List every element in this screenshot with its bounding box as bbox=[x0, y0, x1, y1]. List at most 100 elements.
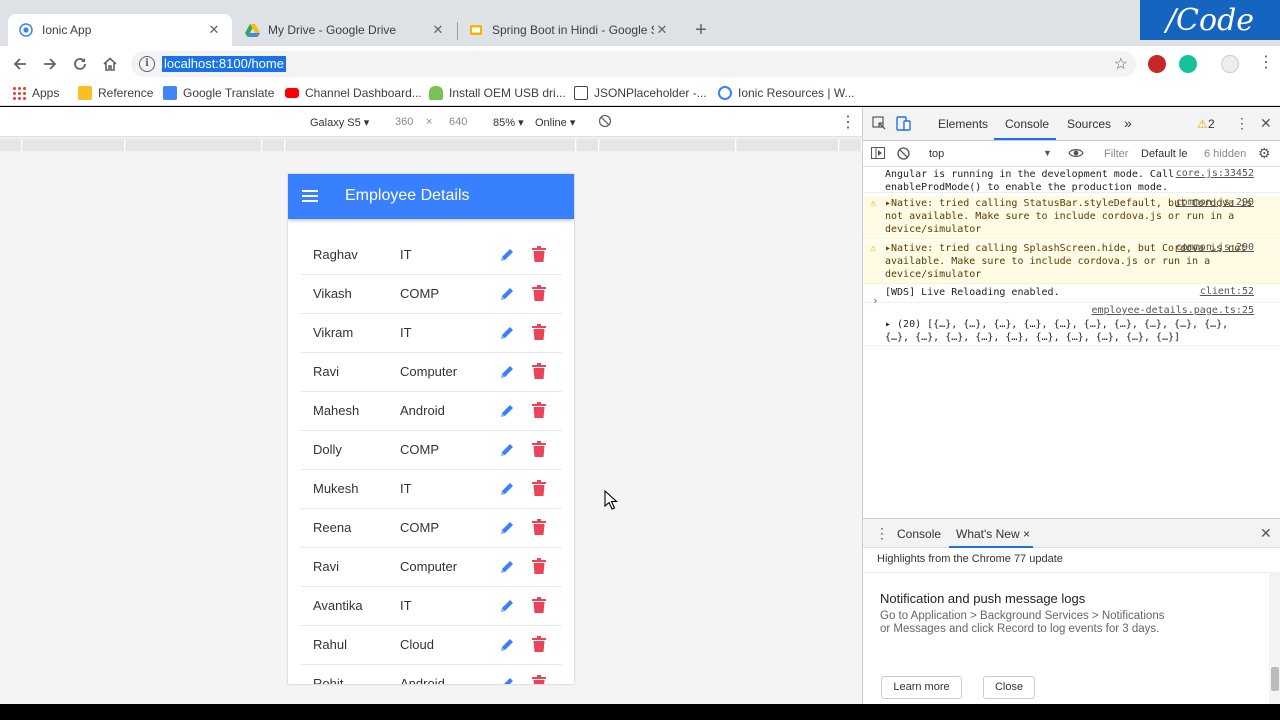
bookmark-channel-dashboard[interactable]: Channel Dashboard... bbox=[285, 86, 422, 100]
tab-google-drive[interactable]: My Drive - Google Drive ✕ bbox=[234, 14, 456, 46]
close-tab-icon[interactable]: ✕ bbox=[430, 22, 446, 38]
console-settings-gear-icon[interactable]: ⚙ bbox=[1258, 145, 1271, 162]
apps-grid-icon bbox=[12, 86, 26, 100]
close-button[interactable]: Close bbox=[983, 676, 1035, 699]
devtools-tab-elements[interactable]: Elements bbox=[938, 117, 988, 131]
device-toggle-icon[interactable] bbox=[896, 115, 912, 135]
device-height-input[interactable]: 640 bbox=[449, 116, 467, 128]
delete-trash-icon[interactable] bbox=[532, 402, 546, 418]
back-button[interactable] bbox=[8, 52, 32, 76]
bookmark-reference[interactable]: Reference bbox=[78, 86, 153, 100]
url-text[interactable]: localhost:8100/home bbox=[162, 56, 286, 72]
edit-pencil-icon[interactable] bbox=[499, 598, 515, 614]
drawer-scrollbar[interactable] bbox=[1269, 572, 1280, 705]
edit-pencil-icon[interactable] bbox=[499, 247, 515, 263]
address-bar[interactable]: i localhost:8100/home ☆ bbox=[131, 51, 1136, 77]
edit-pencil-icon[interactable] bbox=[499, 364, 515, 380]
devtools-menu-icon[interactable]: ⋮ bbox=[1235, 115, 1249, 132]
delete-trash-icon[interactable] bbox=[532, 363, 546, 379]
tab-google-slides[interactable]: Spring Boot in Hindi - Google Sl ✕ bbox=[458, 14, 680, 46]
delete-trash-icon[interactable] bbox=[532, 441, 546, 457]
close-devtools-icon[interactable]: ✕ bbox=[1260, 115, 1272, 132]
clear-console-icon[interactable] bbox=[897, 147, 910, 163]
devtools-tab-console[interactable]: Console bbox=[1005, 117, 1049, 131]
edit-pencil-icon[interactable] bbox=[499, 442, 515, 458]
home-button[interactable] bbox=[98, 52, 122, 76]
delete-trash-icon[interactable] bbox=[532, 558, 546, 574]
close-tab-icon[interactable]: ✕ bbox=[206, 22, 222, 38]
edit-pencil-icon[interactable] bbox=[499, 325, 515, 341]
context-dropdown-icon[interactable]: ▼ bbox=[1043, 148, 1052, 158]
drawer-tab-bar: ⋮ Console What's New × ✕ bbox=[863, 519, 1280, 548]
console-source-link[interactable]: client:52 bbox=[1200, 285, 1254, 298]
forward-button[interactable] bbox=[38, 52, 62, 76]
device-width-input[interactable]: 360 bbox=[395, 116, 413, 128]
drawer-tab-whats-new[interactable]: What's New × bbox=[956, 527, 1030, 541]
edit-pencil-icon[interactable] bbox=[499, 676, 515, 684]
bookmark-label: Install OEM USB dri... bbox=[449, 86, 566, 100]
grammarly-extension-icon[interactable] bbox=[1179, 55, 1197, 73]
new-tab-button[interactable]: + bbox=[690, 20, 712, 42]
device-select[interactable]: Galaxy S5 ▾ bbox=[310, 116, 369, 129]
delete-trash-icon[interactable] bbox=[532, 324, 546, 340]
console-prompt[interactable]: › bbox=[872, 294, 879, 307]
close-drawer-icon[interactable]: ✕ bbox=[1260, 525, 1272, 542]
edit-pencil-icon[interactable] bbox=[499, 637, 515, 653]
edit-pencil-icon[interactable] bbox=[499, 481, 515, 497]
bookmark-jsonplaceholder[interactable]: JSONPlaceholder -... bbox=[574, 86, 707, 100]
warning-count[interactable]: 2 bbox=[1208, 117, 1215, 131]
delete-trash-icon[interactable] bbox=[532, 285, 546, 301]
bookmark-ionic-resources[interactable]: Ionic Resources | W... bbox=[718, 86, 855, 100]
hamburger-menu-icon[interactable] bbox=[302, 190, 318, 202]
site-info-icon[interactable]: i bbox=[139, 56, 155, 72]
log-levels-select[interactable]: Default le bbox=[1141, 148, 1187, 160]
edit-pencil-icon[interactable] bbox=[499, 403, 515, 419]
sidebar-toggle-icon[interactable] bbox=[871, 147, 885, 162]
bookmark-star-icon[interactable]: ☆ bbox=[1114, 54, 1128, 74]
more-tabs-icon[interactable]: » bbox=[1124, 115, 1132, 131]
devtools-tab-sources[interactable]: Sources bbox=[1067, 117, 1111, 131]
context-select[interactable]: top bbox=[929, 148, 944, 160]
bookmark-install-oem[interactable]: Install OEM USB dri... bbox=[429, 86, 566, 100]
delete-trash-icon[interactable] bbox=[532, 480, 546, 496]
device-options-icon[interactable]: ⋮ bbox=[840, 112, 856, 132]
employee-name: Avantika bbox=[313, 598, 363, 613]
delete-trash-icon[interactable] bbox=[532, 675, 546, 684]
drawer-menu-icon[interactable]: ⋮ bbox=[875, 525, 889, 542]
delete-trash-icon[interactable] bbox=[532, 246, 546, 262]
bookmark-apps[interactable]: Apps bbox=[12, 86, 59, 100]
android-icon bbox=[429, 86, 443, 100]
browser-menu-icon[interactable]: ⋮ bbox=[1258, 55, 1274, 71]
console-filter-input[interactable]: Filter bbox=[1104, 148, 1128, 160]
eye-icon[interactable] bbox=[1068, 146, 1084, 163]
employee-row: Rohit Android bbox=[301, 665, 562, 684]
close-tab-icon[interactable]: ✕ bbox=[654, 22, 670, 38]
console-source-link[interactable]: common.js:290 bbox=[1176, 196, 1254, 209]
zoom-select[interactable]: 85% ▾ bbox=[493, 116, 524, 129]
console-source-link[interactable]: core.js:33452 bbox=[1176, 167, 1254, 180]
edit-pencil-icon[interactable] bbox=[499, 520, 515, 536]
reload-button[interactable] bbox=[68, 52, 92, 76]
console-source-link[interactable]: employee-details.page.ts:25 bbox=[1091, 304, 1254, 317]
extension-icon[interactable] bbox=[1148, 55, 1166, 73]
tab-ionic-app[interactable]: Ionic App ✕ bbox=[8, 14, 232, 46]
rotate-icon[interactable] bbox=[598, 114, 612, 131]
edit-pencil-icon[interactable] bbox=[499, 286, 515, 302]
inspect-element-icon[interactable] bbox=[872, 116, 887, 134]
delete-trash-icon[interactable] bbox=[532, 597, 546, 613]
drawer-tab-console[interactable]: Console bbox=[897, 527, 941, 541]
delete-trash-icon[interactable] bbox=[532, 636, 546, 652]
delete-trash-icon[interactable] bbox=[532, 519, 546, 535]
learn-more-button[interactable]: Learn more bbox=[881, 676, 962, 699]
network-throttle-select[interactable]: Online ▾ bbox=[535, 116, 575, 129]
bookmark-label: Reference bbox=[98, 86, 154, 100]
bookmark-google-translate[interactable]: Google Translate bbox=[163, 86, 274, 100]
profile-avatar-icon[interactable] bbox=[1221, 55, 1239, 73]
whats-new-heading: Highlights from the Chrome 77 update bbox=[877, 553, 1063, 565]
bookmark-label: Ionic Resources | W... bbox=[738, 86, 855, 100]
employee-department: IT bbox=[400, 598, 412, 613]
edit-pencil-icon[interactable] bbox=[499, 559, 515, 575]
console-warning: ⚠ ▸Native: tried calling StatusBar.styleD… bbox=[863, 196, 1280, 239]
warning-triangle-icon[interactable]: ⚠ bbox=[1197, 117, 1208, 131]
console-source-link[interactable]: common.js:290 bbox=[1176, 241, 1254, 254]
